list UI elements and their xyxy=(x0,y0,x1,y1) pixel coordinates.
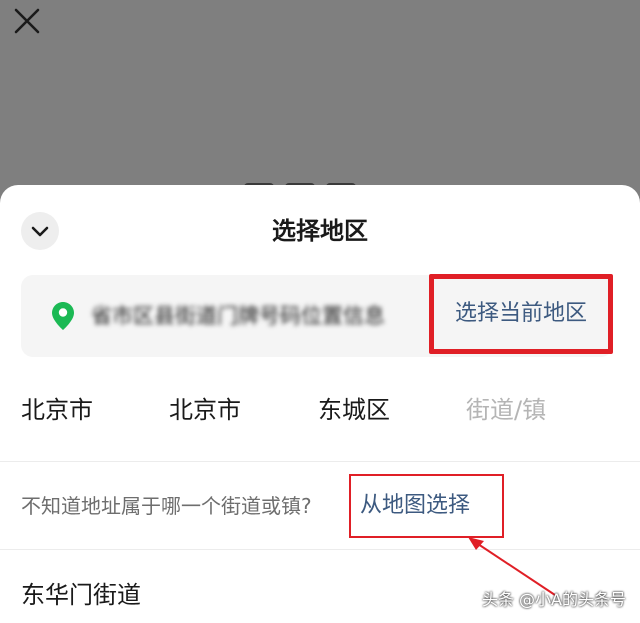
tab-province[interactable]: 北京市 xyxy=(21,390,93,430)
region-level-tabs: 北京市 北京市 东城区 街道/镇 xyxy=(0,390,640,430)
street-hint: 不知道地址属于哪一个街道或镇? xyxy=(21,488,312,524)
current-address-text: 省市区县街道门牌号码位置信息 xyxy=(91,304,385,328)
tab-district[interactable]: 东城区 xyxy=(318,390,390,430)
close-icon xyxy=(14,8,40,34)
location-pin-icon xyxy=(51,301,75,331)
select-from-map-link[interactable]: 从地图选择 xyxy=(360,490,470,522)
divider xyxy=(0,549,640,550)
select-current-region-button[interactable]: 选择当前地区 xyxy=(429,274,613,354)
divider xyxy=(0,461,640,462)
street-list-item[interactable]: 东华门街道 xyxy=(21,577,141,613)
watermark: 头条 @小A的头条号 xyxy=(481,590,626,609)
current-location-card: 省市区县街道门牌号码位置信息 选择当前地区 xyxy=(21,274,613,357)
street-hint-text: 不知道地址属于哪一个街道或镇? xyxy=(21,494,312,518)
tab-city[interactable]: 北京市 xyxy=(169,390,241,430)
close-button[interactable] xyxy=(12,6,42,36)
sheet-title: 选择地区 xyxy=(272,217,368,245)
region-picker-sheet: 选择地区 省市区县街道门牌号码位置信息 选择当前地区 北京市 北京市 东城区 街… xyxy=(0,185,640,623)
tab-street[interactable]: 街道/镇 xyxy=(466,390,546,430)
